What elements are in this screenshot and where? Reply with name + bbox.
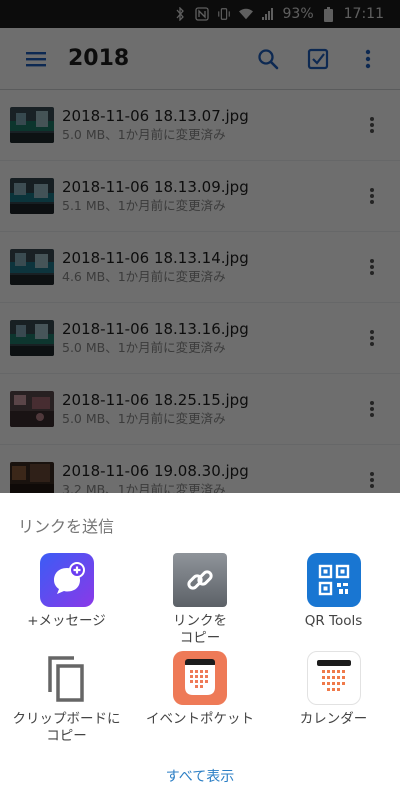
share-target-calendar[interactable]: カレンダー [267, 651, 400, 749]
file-thumbnail [10, 107, 54, 143]
share-target-label: クリップボードに コピー [12, 711, 121, 744]
select-icon[interactable] [298, 39, 338, 79]
battery-icon [322, 6, 336, 22]
share-target-label: イベントポケット [146, 711, 254, 727]
status-time: 17:11 [343, 6, 384, 22]
plus-message-icon [39, 553, 94, 607]
clipboard-copy-icon [40, 651, 94, 705]
show-all-button[interactable]: すべて表示 [0, 766, 400, 786]
file-info: 2018-11-06 18.25.15.jpg 5.0 MB、1か月前に変更済み [62, 390, 354, 428]
file-row[interactable]: 2018-11-06 18.13.16.jpg 5.0 MB、1か月前に変更済み [0, 303, 400, 374]
bluetooth-icon [173, 6, 187, 22]
file-thumbnail [10, 178, 54, 214]
file-info: 2018-11-06 18.13.16.jpg 5.0 MB、1か月前に変更済み [62, 319, 354, 357]
file-row[interactable]: 2018-11-06 18.25.15.jpg 5.0 MB、1か月前に変更済み [0, 374, 400, 445]
file-meta: 4.6 MB、1か月前に変更済み [62, 269, 226, 284]
share-target-label: +メッセージ [27, 613, 106, 629]
share-target-clipboard[interactable]: クリップボードに コピー [0, 651, 133, 749]
file-name: 2018-11-06 19.08.30.jpg [62, 462, 249, 480]
more-vert-icon[interactable] [354, 103, 390, 147]
file-meta: 5.0 MB、1か月前に変更済み [62, 340, 226, 355]
qr-code-icon [306, 553, 361, 607]
app-bar: 2018 [0, 28, 400, 90]
app-bar-actions [248, 39, 388, 79]
file-thumbnail [10, 249, 54, 285]
share-target-plus-message[interactable]: +メッセージ [0, 553, 133, 651]
more-vert-icon[interactable] [354, 174, 390, 218]
share-target-event-pocket[interactable]: イベントポケット [133, 651, 267, 749]
file-row[interactable]: 2018-11-06 18.13.09.jpg 5.1 MB、1か月前に変更済み [0, 161, 400, 232]
share-target-grid: +メッセージ リンクを コピー QR Tools クリップボードに コピー イベ… [0, 553, 400, 749]
file-meta: 5.0 MB、1か月前に変更済み [62, 127, 226, 142]
file-name: 2018-11-06 18.13.16.jpg [62, 320, 249, 338]
file-name: 2018-11-06 18.13.09.jpg [62, 178, 249, 196]
share-target-copy-link[interactable]: リンクを コピー [133, 553, 267, 651]
share-target-qr-tools[interactable]: QR Tools [267, 553, 400, 651]
file-info: 2018-11-06 18.13.09.jpg 5.1 MB、1か月前に変更済み [62, 177, 354, 215]
file-name: 2018-11-06 18.25.15.jpg [62, 391, 249, 409]
file-thumbnail [10, 391, 54, 427]
file-meta: 5.1 MB、1か月前に変更済み [62, 198, 226, 213]
file-name: 2018-11-06 18.13.14.jpg [62, 249, 249, 267]
wifi-icon [238, 6, 253, 22]
more-vert-icon[interactable] [348, 39, 388, 79]
file-thumbnail [10, 320, 54, 356]
file-name: 2018-11-06 18.13.07.jpg [62, 107, 249, 125]
file-info: 2018-11-06 18.13.14.jpg 4.6 MB、1か月前に変更済み [62, 248, 354, 286]
more-vert-icon[interactable] [354, 245, 390, 289]
page-title: 2018 [68, 46, 130, 71]
file-meta: 5.0 MB、1か月前に変更済み [62, 411, 226, 426]
link-icon [173, 553, 227, 607]
share-sheet-title: リンクを送信 [18, 517, 115, 536]
status-bar: 93% 17:11 [0, 0, 400, 28]
search-icon[interactable] [248, 39, 288, 79]
battery-percent: 93% [282, 6, 314, 22]
menu-icon[interactable] [16, 39, 56, 79]
share-target-label: カレンダー [299, 711, 368, 727]
vibrate-icon [217, 6, 231, 22]
more-vert-icon[interactable] [354, 316, 390, 360]
signal-icon [261, 6, 275, 22]
file-info: 2018-11-06 18.13.07.jpg 5.0 MB、1か月前に変更済み [62, 106, 354, 144]
share-sheet: リンクを送信 +メッセージ リンクを コピー QR Tools クリップボードに… [0, 493, 400, 800]
screen: 93% 17:11 2018 2018-11-06 18.13.07.jpg 5… [0, 0, 400, 800]
calendar-icon [306, 651, 361, 705]
file-row[interactable]: 2018-11-06 18.13.07.jpg 5.0 MB、1か月前に変更済み [0, 90, 400, 161]
more-vert-icon[interactable] [354, 387, 390, 431]
file-row[interactable]: 2018-11-06 18.13.14.jpg 4.6 MB、1か月前に変更済み [0, 232, 400, 303]
share-target-label: リンクを コピー [173, 613, 227, 646]
share-target-label: QR Tools [304, 613, 363, 629]
event-pocket-icon [173, 651, 227, 705]
nfc-icon [194, 6, 209, 22]
